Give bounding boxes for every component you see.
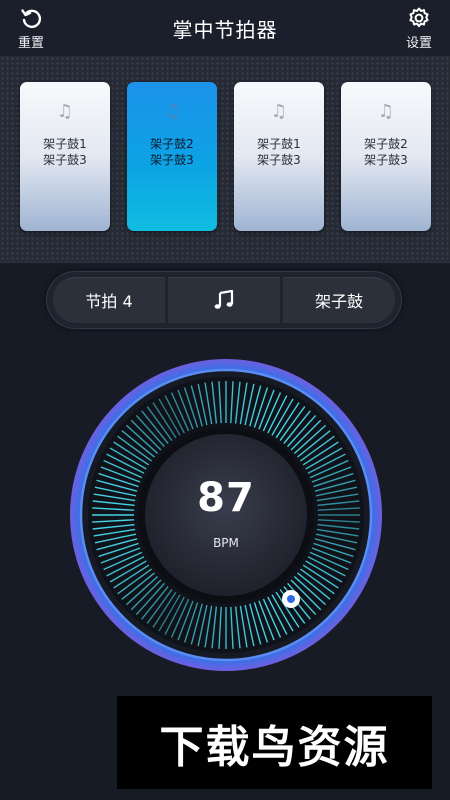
beat-panel: ♫ 架子鼓1 架子鼓3 ♫ 架子鼓2 架子鼓3 ♫ 架子鼓1 架子鼓3 ♫ 架子… bbox=[0, 56, 450, 263]
gear-icon bbox=[409, 7, 429, 28]
sound-toggle-button[interactable] bbox=[168, 277, 280, 323]
beat-card-1[interactable]: ♫ 架子鼓1 架子鼓3 bbox=[20, 82, 110, 231]
bpm-dial[interactable]: 87 BPM bbox=[68, 357, 384, 673]
beat-card-4[interactable]: ♫ 架子鼓2 架子鼓3 bbox=[341, 82, 431, 231]
sound-select-button[interactable]: 架子鼓 bbox=[283, 277, 395, 323]
music-note-icon: ♫ bbox=[56, 101, 74, 122]
beat-sound-secondary: 架子鼓3 bbox=[257, 153, 301, 167]
app-header: 重置 掌中节拍器 设置 bbox=[0, 0, 450, 56]
beat-sound-primary: 架子鼓2 bbox=[150, 137, 194, 151]
beat-card-2[interactable]: ♫ 架子鼓2 架子鼓3 bbox=[127, 82, 217, 231]
beat-count-button[interactable]: 节拍 4 bbox=[53, 277, 165, 323]
beat-sound-primary: 架子鼓2 bbox=[364, 137, 408, 151]
music-note-icon: ♫ bbox=[270, 101, 288, 122]
settings-label: 设置 bbox=[405, 36, 432, 51]
sound-select-label: 架子鼓 bbox=[314, 292, 363, 311]
music-note-icon: ♫ bbox=[163, 101, 181, 122]
control-bar: 节拍 4 架子鼓 bbox=[46, 271, 402, 329]
settings-button[interactable]: 设置 bbox=[394, 6, 444, 54]
beat-sound-secondary: 架子鼓3 bbox=[364, 153, 408, 167]
beat-sound-primary: 架子鼓1 bbox=[257, 137, 301, 151]
tempo-knob[interactable] bbox=[282, 590, 300, 608]
beat-count-label: 节拍 4 bbox=[85, 292, 133, 311]
page-title: 掌中节拍器 bbox=[172, 18, 278, 42]
bpm-value: 87 bbox=[197, 475, 255, 521]
watermark: 下载鸟资源 bbox=[117, 696, 432, 789]
bpm-unit: BPM bbox=[213, 536, 239, 550]
music-note-icon: ♫ bbox=[377, 101, 395, 122]
beat-sound-primary: 架子鼓1 bbox=[43, 137, 87, 151]
beat-sound-secondary: 架子鼓3 bbox=[150, 153, 194, 167]
music-note-icon bbox=[214, 289, 234, 309]
beat-card-3[interactable]: ♫ 架子鼓1 架子鼓3 bbox=[234, 82, 324, 231]
watermark-text: 下载鸟资源 bbox=[159, 721, 390, 773]
beat-sound-secondary: 架子鼓3 bbox=[43, 153, 87, 167]
